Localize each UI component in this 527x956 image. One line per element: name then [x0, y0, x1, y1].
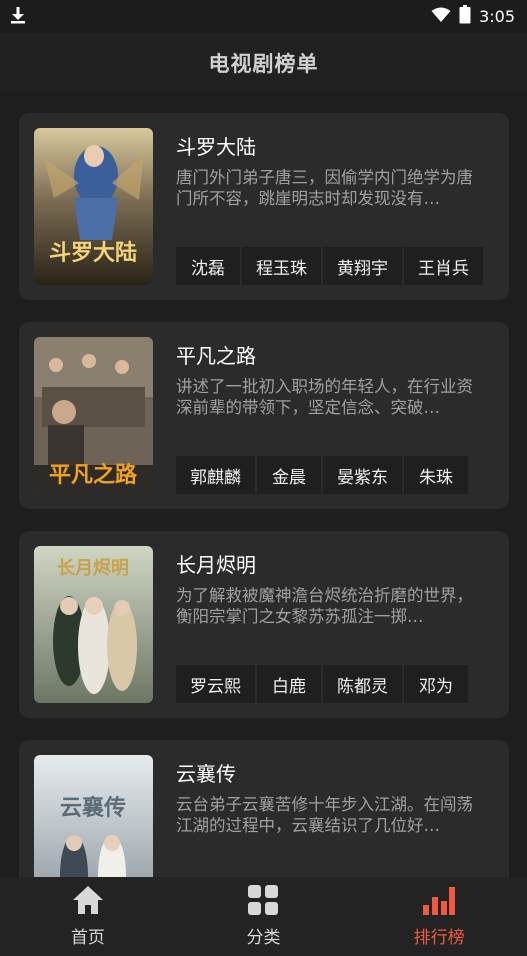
nav-category[interactable]: 分类 [203, 885, 323, 948]
poster-text: 平凡之路 [49, 462, 138, 488]
page-title: 电视剧榜单 [208, 52, 319, 76]
drama-title[interactable]: 长月烬明 [176, 549, 256, 578]
cast-chip[interactable]: 黄翔宇 [323, 247, 402, 285]
drama-description: 云台弟子云襄苦修十年步入江湖。在闯荡江湖的过程中，云襄结识了几位好… [176, 795, 473, 835]
nav-ranking[interactable]: 排行榜 [379, 885, 499, 948]
poster-text: 长月烬明 [57, 558, 129, 579]
drama-card[interactable]: 长月烬明 长月烬明 为了解救被魔神澹台烬统治折磨的世界，衡阳宗掌门之女黎苏苏孤注… [19, 531, 509, 718]
cast-chip[interactable]: 晏紫东 [323, 456, 402, 494]
drama-description: 为了解救被魔神澹台烬统治折磨的世界，衡阳宗掌门之女黎苏苏孤注一掷… [176, 586, 473, 626]
drama-description: 讲述了一批初入职场的年轻人，在行业资深前辈的带领下，坚定信念、突破… [176, 377, 473, 417]
drama-title[interactable]: 云襄传 [176, 758, 236, 787]
poster-image[interactable]: 斗罗大陆 [34, 128, 153, 285]
cast-list: 沈磊 程玉珠 黄翔宇 王肖兵 [176, 247, 486, 285]
drama-title[interactable]: 平凡之路 [176, 340, 256, 369]
bottom-nav: 首页 分类 排行榜 [0, 877, 527, 956]
cast-chip[interactable]: 白鹿 [257, 665, 321, 703]
app-bar: 电视剧榜单 [0, 33, 527, 93]
status-bar: 3:05 [0, 0, 527, 33]
wifi-icon [431, 7, 451, 27]
cast-chip[interactable]: 陈都灵 [323, 665, 402, 703]
nav-ranking-label: 排行榜 [413, 928, 465, 948]
grid-icon [247, 885, 279, 919]
nav-category-label: 分类 [246, 928, 281, 948]
screen: 3:05 电视剧榜单 斗罗大陆 斗罗大陆 唐门外门弟子唐三，因偷学内门绝学为唐门… [0, 0, 527, 956]
download-icon [10, 6, 26, 28]
poster-text: 斗罗大陆 [49, 240, 137, 266]
drama-card[interactable]: 云襄传 云襄传 云台弟子云襄苦修十年步入江湖。在闯荡江湖的过程中，云襄结识了几位… [19, 740, 509, 877]
cast-list: 罗云熙 白鹿 陈都灵 邓为 [176, 665, 486, 703]
poster-image[interactable]: 平凡之路 [34, 337, 153, 494]
poster-image[interactable]: 云襄传 [34, 755, 153, 877]
cast-chip[interactable]: 金晨 [257, 456, 321, 494]
home-icon [72, 885, 104, 919]
cast-chip[interactable]: 郭麒麟 [176, 456, 255, 494]
cast-chip[interactable]: 朱珠 [404, 456, 468, 494]
nav-home-label: 首页 [70, 928, 105, 948]
cast-chip[interactable]: 程玉珠 [242, 247, 321, 285]
cast-chip[interactable]: 罗云熙 [176, 665, 255, 703]
drama-list[interactable]: 斗罗大陆 斗罗大陆 唐门外门弟子唐三，因偷学内门绝学为唐门所不容，跳崖明志时却发… [0, 93, 527, 877]
bar-chart-icon [423, 885, 456, 919]
drama-description: 唐门外门弟子唐三，因偷学内门绝学为唐门所不容，跳崖明志时却发现没有… [176, 168, 473, 208]
drama-card[interactable]: 斗罗大陆 斗罗大陆 唐门外门弟子唐三，因偷学内门绝学为唐门所不容，跳崖明志时却发… [19, 113, 509, 300]
battery-icon [459, 5, 471, 28]
cast-chip[interactable]: 王肖兵 [404, 247, 483, 285]
status-time: 3:05 [479, 7, 515, 26]
drama-title[interactable]: 斗罗大陆 [176, 131, 256, 160]
cast-chip[interactable]: 沈磊 [176, 247, 240, 285]
poster-image[interactable]: 长月烬明 [34, 546, 153, 703]
drama-card[interactable]: 平凡之路 平凡之路 讲述了一批初入职场的年轻人，在行业资深前辈的带领下，坚定信念… [19, 322, 509, 509]
cast-list: 郭麒麟 金晨 晏紫东 朱珠 [176, 456, 486, 494]
nav-home[interactable]: 首页 [28, 885, 148, 948]
poster-text: 云襄传 [60, 795, 126, 821]
cast-chip[interactable]: 邓为 [404, 665, 468, 703]
